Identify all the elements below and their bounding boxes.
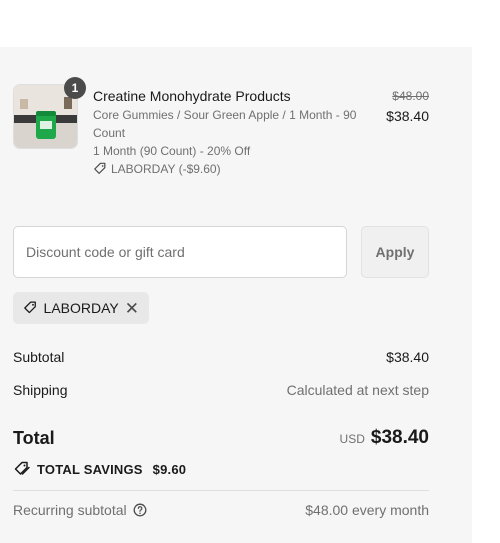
product-info: Creatine Monohydrate Products Core Gummi…	[93, 87, 383, 178]
recurring-row: Recurring subtotal $48.00 every month	[13, 502, 429, 518]
line-item: 1 Creatine Monohydrate Products Core Gum…	[13, 77, 429, 184]
total-row: Total USD $38.40	[13, 426, 429, 450]
product-variant: Core Gummies / Sour Green Apple / 1 Mont…	[93, 108, 357, 140]
total-amount: USD $38.40	[340, 427, 429, 449]
product-discount-text: LABORDAY (-$9.60)	[111, 162, 221, 176]
tag-icon	[94, 162, 106, 174]
product-plan: 1 Month (90 Count) - 20% Off	[93, 144, 251, 158]
product-title: Creatine Monohydrate Products	[93, 88, 291, 104]
discount-code-input[interactable]	[13, 226, 347, 278]
order-summary-panel: 1 Creatine Monohydrate Products Core Gum…	[0, 47, 472, 543]
shipping-value: Calculated at next step	[286, 382, 429, 398]
subtotal-value: $38.40	[386, 349, 429, 365]
total-label: Total	[13, 427, 55, 448]
remove-code-icon[interactable]: ✕	[125, 300, 139, 317]
product-prices: $48.00 $38.40	[386, 87, 429, 125]
subtotal-row: Subtotal $38.40	[13, 349, 429, 365]
savings-label: TOTAL SAVINGS	[37, 461, 143, 477]
shipping-row: Shipping Calculated at next step	[13, 382, 429, 398]
divider	[13, 490, 429, 491]
recurring-value: $48.00 every month	[305, 502, 429, 518]
applied-code-label: LABORDAY	[43, 300, 119, 316]
total-value: $38.40	[370, 427, 429, 448]
sale-price: $38.40	[386, 108, 429, 124]
tag-icon	[24, 301, 36, 314]
recurring-label: Recurring subtotal	[13, 502, 127, 518]
currency-code: USD	[339, 432, 365, 446]
help-icon[interactable]	[133, 503, 147, 517]
shipping-label: Shipping	[13, 382, 68, 398]
recurring-label-group: Recurring subtotal	[13, 502, 147, 518]
total-savings: TOTAL SAVINGS $9.60	[13, 461, 186, 477]
tags-icon	[14, 461, 30, 475]
apply-button[interactable]: Apply	[361, 226, 429, 278]
subtotal-label: Subtotal	[13, 349, 65, 365]
quantity-badge: 1	[64, 77, 86, 99]
product-discount: LABORDAY (-$9.60)	[93, 160, 383, 178]
applied-code-chip: LABORDAY ✕	[13, 292, 149, 324]
original-price: $48.00	[392, 89, 429, 103]
savings-value: $9.60	[152, 461, 187, 477]
